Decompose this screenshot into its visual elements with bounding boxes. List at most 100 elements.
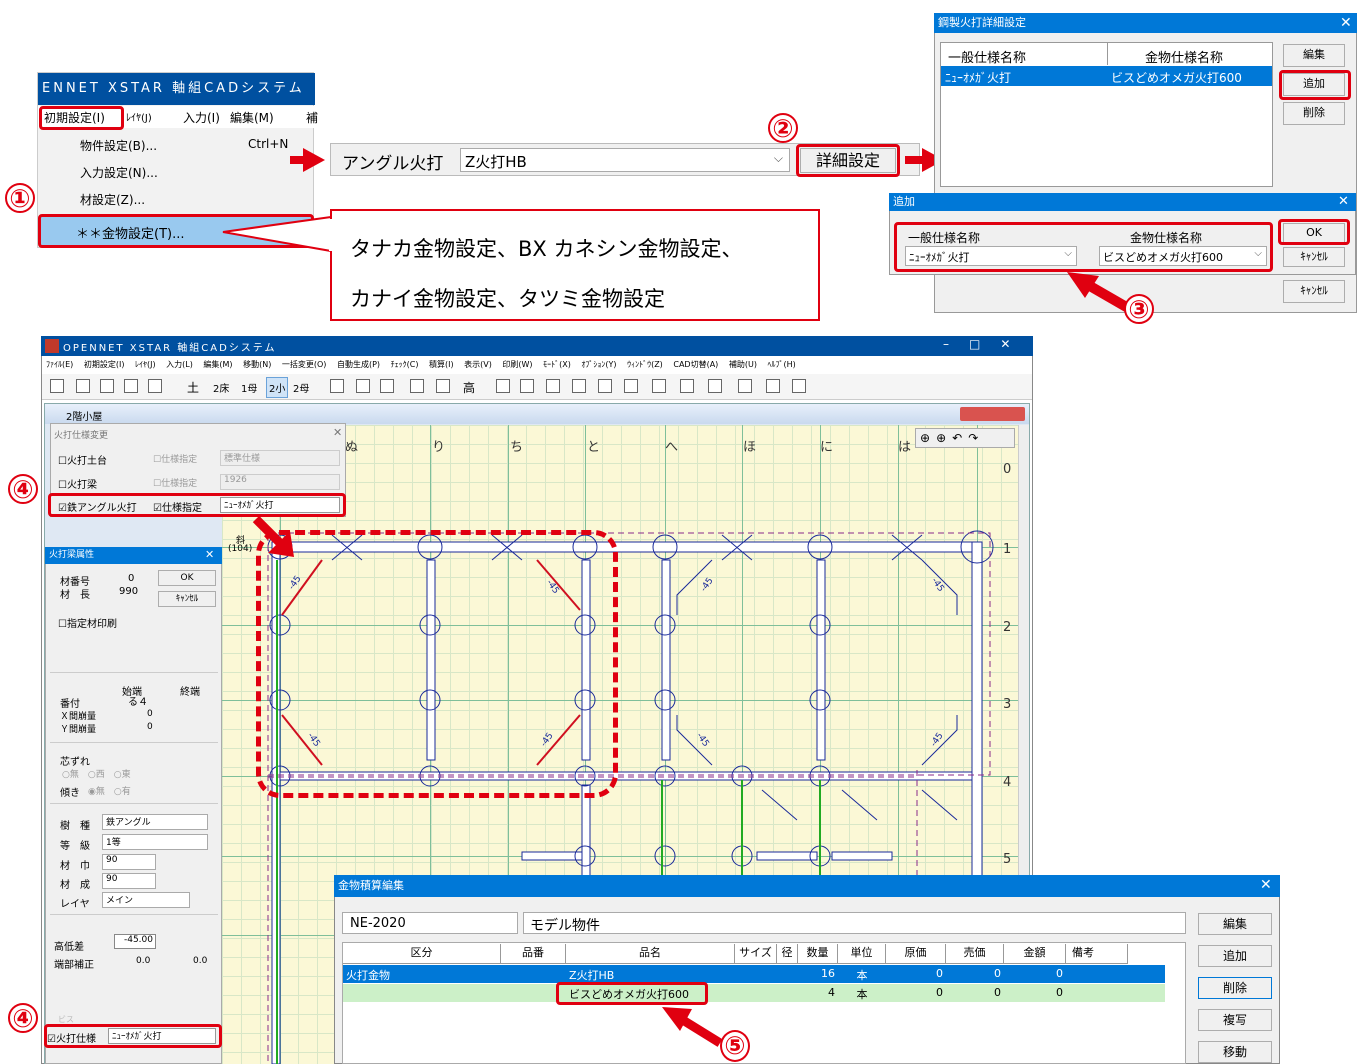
tb-ground[interactable]: 土 bbox=[187, 379, 199, 396]
menu-layer2[interactable]: ﾚｲﾔ(J) bbox=[135, 360, 156, 369]
menu-edit[interactable]: 編集(M) bbox=[230, 109, 274, 126]
highlight-add-fields bbox=[894, 222, 1273, 272]
menu-window[interactable]: ｳｨﾝﾄﾞｳ(Z) bbox=[627, 360, 663, 369]
toolbar-tool-icon[interactable] bbox=[124, 379, 138, 393]
menu-print[interactable]: 印刷(W) bbox=[502, 360, 532, 369]
tb-2floor[interactable]: 2床 bbox=[213, 380, 229, 395]
toolbar-tool-icon[interactable] bbox=[546, 379, 560, 393]
toolbar-tool-icon[interactable] bbox=[652, 379, 666, 393]
attr-ok-button[interactable]: OK bbox=[158, 570, 216, 586]
toolbar-tool-icon[interactable] bbox=[572, 379, 586, 393]
toolbar-tool-icon[interactable] bbox=[738, 379, 752, 393]
menu-item-input[interactable]: 入力設定(N)... bbox=[80, 164, 158, 181]
step-4a: ④ bbox=[8, 474, 38, 504]
menu-edit2[interactable]: 編集(M) bbox=[203, 360, 232, 369]
menu-view[interactable]: 表示(V) bbox=[464, 360, 492, 369]
estimate-col-header[interactable]: 品番 bbox=[501, 944, 566, 964]
estimate-col-header[interactable]: 単位 bbox=[838, 944, 886, 964]
toolbar-tool-icon[interactable] bbox=[766, 379, 780, 393]
close-icon[interactable]: ✕ bbox=[333, 426, 342, 439]
close-icon[interactable]: ✕ bbox=[1260, 877, 1272, 893]
menu-mode[interactable]: ﾓｰﾄﾞ(X) bbox=[543, 360, 571, 369]
attr-layer-select[interactable]: メイン bbox=[102, 892, 190, 908]
toolbar-tool-icon[interactable] bbox=[598, 379, 612, 393]
estimate-col-header[interactable]: 金額 bbox=[1004, 944, 1066, 964]
menu-move[interactable]: 移動(N) bbox=[243, 360, 271, 369]
estimate-col-header[interactable]: 径 bbox=[777, 944, 798, 964]
main-menubar: ﾌｧｲﾙ(E) 初期設定(I) ﾚｲﾔ(J) 入力(L) 編集(M) 移動(N)… bbox=[42, 356, 1032, 373]
estimate-delete-button[interactable]: 削除 bbox=[1198, 977, 1272, 999]
attr-print-check[interactable]: ☐指定材印刷 bbox=[58, 615, 117, 630]
menu-check[interactable]: ﾁｪｯｸ(C) bbox=[391, 360, 419, 369]
child-controls[interactable] bbox=[960, 407, 1025, 421]
menu-estimate[interactable]: 積算(I) bbox=[429, 360, 454, 369]
menu-aux[interactable]: 補助(U) bbox=[729, 360, 757, 369]
toolbar-tool-icon[interactable] bbox=[436, 379, 450, 393]
estimate-col-header[interactable]: 数量 bbox=[798, 944, 838, 964]
menu-batch[interactable]: 一括変更(O) bbox=[282, 360, 327, 369]
toolbar-tool-icon[interactable] bbox=[708, 379, 722, 393]
menu-item-material[interactable]: 材設定(Z)... bbox=[80, 191, 145, 208]
toolbar-tool-icon[interactable] bbox=[148, 379, 162, 393]
toolbar-tool-icon[interactable] bbox=[410, 379, 424, 393]
menu-input[interactable]: 入力(I) bbox=[183, 109, 220, 126]
attr-offset-options[interactable]: ○無 ○西 ○東 bbox=[62, 767, 131, 780]
estimate-edit-button[interactable]: 編集 bbox=[1198, 913, 1272, 935]
toolbar-tool-icon[interactable] bbox=[496, 379, 510, 393]
angle-select[interactable]: Z火打HB ⌵ bbox=[460, 148, 790, 172]
tb-2moya[interactable]: 2母 bbox=[293, 380, 309, 395]
attr-species-select[interactable]: 鉄アングル bbox=[102, 814, 208, 830]
estimate-add-button[interactable]: 追加 bbox=[1198, 945, 1272, 967]
menu-input2[interactable]: 入力(L) bbox=[166, 360, 193, 369]
menu-auto[interactable]: 自動生成(P) bbox=[337, 360, 380, 369]
menu-item-property[interactable]: 物件設定(B)... bbox=[80, 137, 157, 154]
estimate-col-header[interactable]: 区分 bbox=[343, 944, 501, 964]
detail-cancel-button[interactable]: ｷｬﾝｾﾙ bbox=[1283, 280, 1345, 303]
close-icon[interactable]: ✕ bbox=[205, 548, 214, 561]
menu-layer[interactable]: ﾚｲﾔ(J) bbox=[126, 109, 152, 124]
spec-row-1-check[interactable]: ☐火打土台 bbox=[58, 452, 107, 467]
window-controls[interactable]: –□✕ bbox=[943, 337, 1030, 351]
tb-height[interactable]: 高 bbox=[463, 379, 475, 396]
spec-row-2-select: 1926 bbox=[220, 474, 340, 490]
menu-cad[interactable]: CAD切替(A) bbox=[673, 360, 718, 369]
add-cancel-button[interactable]: ｷｬﾝｾﾙ bbox=[1283, 247, 1345, 267]
estimate-copy-button[interactable]: 複写 bbox=[1198, 1009, 1272, 1031]
toolbar-tool-icon[interactable] bbox=[356, 379, 370, 393]
menu-init[interactable]: 初期設定(I) bbox=[84, 360, 125, 369]
estimate-col-header[interactable]: 原価 bbox=[886, 944, 946, 964]
toolbar-tool-icon[interactable] bbox=[76, 379, 90, 393]
toolbar-tool-icon[interactable] bbox=[624, 379, 638, 393]
menu-extra[interactable]: 補 bbox=[306, 109, 318, 126]
menu-help[interactable]: ﾍﾙﾌﾟ(H) bbox=[768, 360, 796, 369]
detail-delete-button[interactable]: 削除 bbox=[1283, 102, 1345, 125]
toolbar-tool-icon[interactable] bbox=[50, 379, 64, 393]
chevron-down-icon: ⌵ bbox=[773, 151, 783, 165]
close-icon[interactable]: ✕ bbox=[1338, 193, 1349, 211]
tb-2koya[interactable]: 2小 bbox=[266, 377, 289, 398]
estimate-col-header[interactable]: 売価 bbox=[946, 944, 1004, 964]
menu-option[interactable]: ｵﾌﾟｼｮﾝ(Y) bbox=[581, 360, 616, 369]
estimate-move-button[interactable]: 移動 bbox=[1198, 1041, 1272, 1063]
attr-height-input[interactable]: -45.00 bbox=[114, 934, 156, 949]
estimate-col-header[interactable]: サイズ bbox=[735, 944, 777, 964]
attr-tilt-options[interactable]: ◉無 ○有 bbox=[88, 784, 131, 797]
tb-1moya[interactable]: 1母 bbox=[241, 380, 257, 395]
attr-cancel-button[interactable]: ｷｬﾝｾﾙ bbox=[158, 591, 216, 607]
toolbar-tool-icon[interactable] bbox=[680, 379, 694, 393]
attr-depth-select[interactable]: 90 bbox=[102, 873, 156, 889]
toolbar-tool-icon[interactable] bbox=[100, 379, 114, 393]
estimate-col-header[interactable]: 備考 bbox=[1066, 944, 1128, 964]
toolbar-tool-icon[interactable] bbox=[520, 379, 534, 393]
toolbar-tool-icon[interactable] bbox=[380, 379, 394, 393]
detail-edit-button[interactable]: 編集 bbox=[1283, 44, 1345, 67]
spec-row-2-check[interactable]: ☐火打梁 bbox=[58, 476, 97, 491]
close-icon[interactable]: ✕ bbox=[1340, 13, 1352, 33]
toolbar-tool-icon[interactable] bbox=[330, 379, 344, 393]
attr-grade-select[interactable]: 1等 bbox=[102, 834, 208, 850]
attr-width-select[interactable]: 90 bbox=[102, 854, 156, 870]
add-dialog-title: 追加 bbox=[889, 193, 1356, 211]
menu-file[interactable]: ﾌｧｲﾙ(E) bbox=[46, 360, 73, 369]
estimate-col-header[interactable]: 品名 bbox=[566, 944, 735, 964]
toolbar-tool-icon[interactable] bbox=[792, 379, 806, 393]
